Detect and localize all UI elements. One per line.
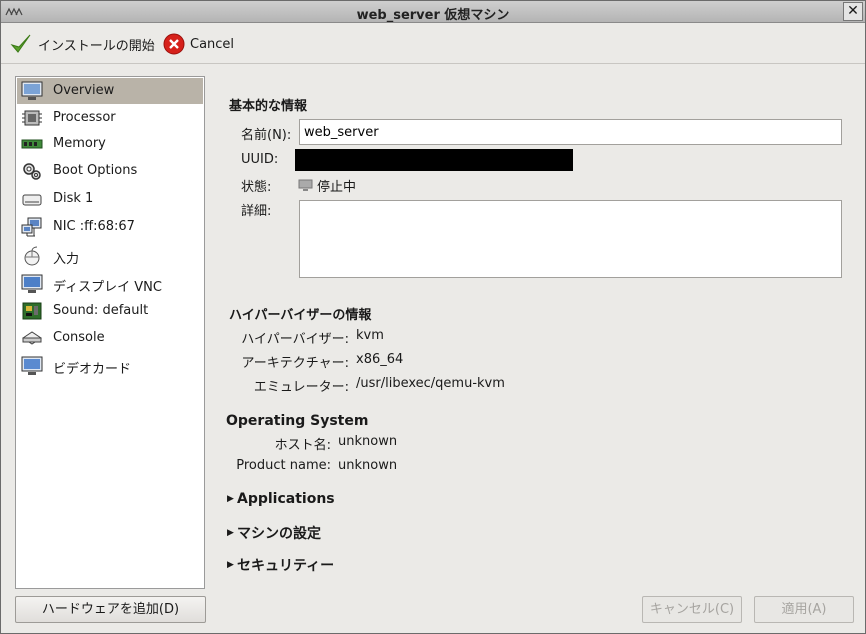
- name-field[interactable]: [299, 119, 842, 145]
- security-label: セキュリティー: [237, 558, 335, 574]
- toolbar: インストールの開始 Cancel: [1, 24, 865, 64]
- sidebar-item-label: ディスプレイ VNC: [53, 280, 162, 295]
- architecture-value: x86_64: [356, 352, 404, 367]
- status-text: 停止中: [317, 180, 357, 195]
- title-bar: web_server 仮想マシン ✕: [1, 1, 865, 23]
- add-hardware-button[interactable]: ハードウェアを追加(D): [15, 596, 206, 623]
- sidebar-item-overview[interactable]: Overview: [17, 78, 203, 104]
- name-label: 名前(N):: [241, 128, 292, 143]
- sidebar-item-label: Memory: [53, 136, 106, 151]
- sidebar-item-label: 入力: [53, 252, 80, 267]
- sidebar-item-boot-options[interactable]: Boot Options: [17, 158, 203, 184]
- os-heading: Operating System: [226, 413, 369, 429]
- hypervisor-label: ハイパーバイザー:: [241, 332, 349, 347]
- applications-expander[interactable]: ▶ Applications: [227, 491, 335, 507]
- checkmark-icon: [10, 34, 31, 53]
- sidebar-item-video[interactable]: ビデオカード: [17, 353, 203, 379]
- machine-settings-label: マシンの設定: [237, 526, 321, 542]
- cancel-install-button[interactable]: Cancel: [163, 31, 234, 57]
- expander-arrow-icon: ▶: [227, 528, 234, 538]
- emulator-value: /usr/libexec/qemu-kvm: [356, 376, 505, 391]
- cancel-install-label: Cancel: [190, 36, 235, 52]
- hostname-label: ホスト名:: [274, 438, 331, 453]
- status-label: 状態:: [241, 180, 272, 195]
- details-label: 詳細:: [241, 204, 272, 219]
- sidebar-item-console[interactable]: Console: [17, 325, 203, 351]
- hostname-value: unknown: [338, 434, 398, 449]
- applications-label: Applications: [237, 491, 335, 507]
- sidebar-item-display[interactable]: ディスプレイ VNC: [17, 271, 203, 297]
- cpu-icon: [22, 110, 42, 126]
- window-title: web_server 仮想マシン: [356, 8, 510, 23]
- status-value: 停止中: [298, 176, 356, 195]
- basic-info-heading: 基本的な情報: [229, 99, 308, 114]
- uuid-value-redacted: [295, 149, 573, 171]
- sidebar-item-memory[interactable]: Memory: [17, 131, 203, 157]
- hardware-list: Overview Processor Memory Boot Options D…: [15, 76, 205, 589]
- hypervisor-info-heading: ハイパーバイザーの情報: [229, 308, 372, 323]
- product-name-label: Product name:: [236, 458, 331, 473]
- hypervisor-value: kvm: [356, 328, 384, 343]
- sidebar-item-label: Boot Options: [53, 163, 138, 178]
- monitor-icon: [21, 81, 43, 100]
- machine-settings-expander[interactable]: ▶ マシンの設定: [227, 523, 321, 543]
- serial-icon: [22, 331, 42, 345]
- sidebar-item-label: Sound: default: [53, 303, 149, 318]
- sidebar-item-label: Disk 1: [53, 191, 94, 206]
- expander-arrow-icon: ▶: [227, 560, 234, 570]
- security-expander[interactable]: ▶ セキュリティー: [227, 555, 334, 575]
- architecture-label: アーキテクチャー:: [241, 356, 349, 371]
- sidebar-item-input[interactable]: 入力: [17, 243, 203, 269]
- gears-icon: [23, 163, 41, 180]
- begin-install-button[interactable]: インストールの開始: [9, 31, 155, 57]
- display-icon: [21, 274, 43, 293]
- sidebar-item-disk[interactable]: Disk 1: [17, 186, 203, 212]
- cancel-icon: [163, 33, 185, 55]
- expander-arrow-icon: ▶: [227, 494, 234, 504]
- sidebar-item-nic[interactable]: NIC :ff:68:67: [17, 214, 203, 240]
- product-name-value: unknown: [338, 458, 398, 473]
- network-icon: [21, 217, 42, 237]
- sidebar-item-label: Overview: [53, 83, 115, 98]
- description-textarea[interactable]: [299, 200, 842, 278]
- sidebar-item-label: Processor: [53, 110, 116, 125]
- sidebar-item-processor[interactable]: Processor: [17, 105, 203, 131]
- sidebar-item-label: ビデオカード: [53, 362, 132, 377]
- sidebar-item-sound[interactable]: Sound: default: [17, 298, 203, 324]
- memory-icon: [21, 139, 43, 149]
- mouse-icon: [24, 246, 40, 266]
- emulator-label: エミュレーター:: [253, 380, 349, 395]
- disk-icon: [22, 194, 42, 206]
- video-card-icon: [21, 356, 43, 375]
- uuid-label: UUID:: [241, 152, 279, 167]
- shutoff-monitor-icon: [298, 179, 313, 191]
- close-icon: ✕: [847, 3, 859, 19]
- apply-button[interactable]: 適用(A): [754, 596, 854, 623]
- close-button[interactable]: ✕: [843, 2, 863, 21]
- vm-details-window: web_server 仮想マシン ✕ インストールの開始 Cancel Over…: [0, 0, 866, 634]
- sidebar-item-label: Console: [53, 330, 105, 345]
- cancel-button[interactable]: キャンセル(C): [642, 596, 742, 623]
- sound-card-icon: [22, 302, 42, 320]
- sidebar-item-label: NIC :ff:68:67: [53, 219, 135, 234]
- overview-panel: 基本的な情報 名前(N): UUID: 状態: 停止中 詳細: ハイパーバイザー…: [223, 81, 853, 581]
- begin-install-label: インストールの開始: [38, 38, 155, 54]
